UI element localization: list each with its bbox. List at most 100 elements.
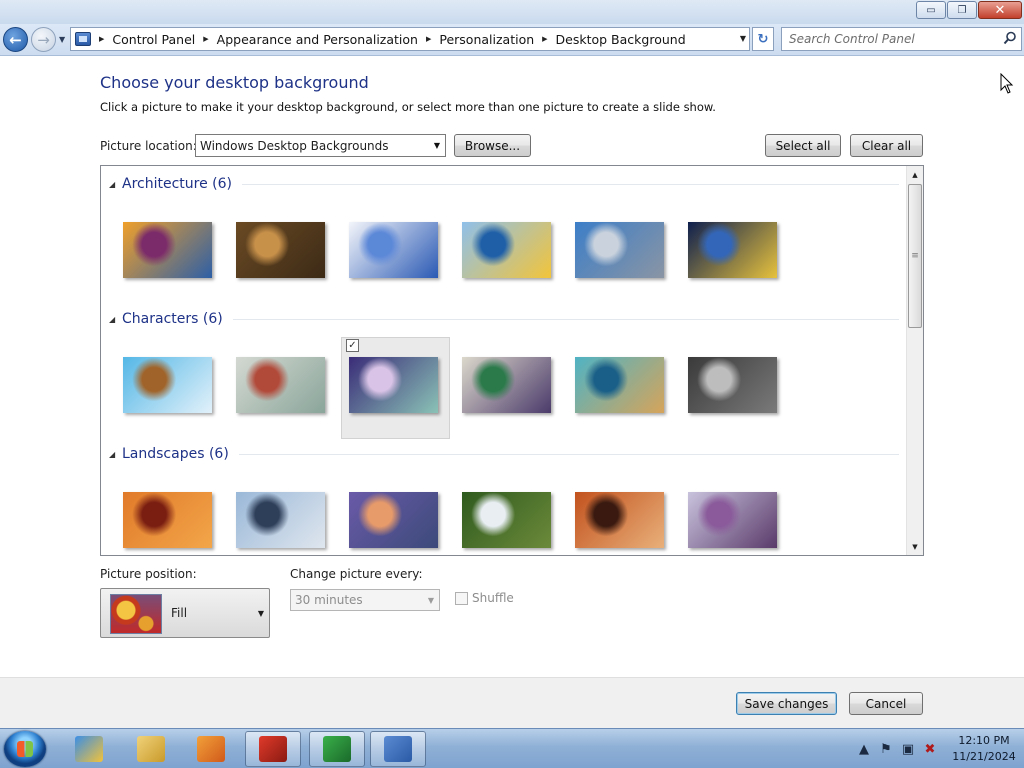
taskbar-media-player[interactable] <box>183 731 239 767</box>
thumbnail-characters-6[interactable] <box>688 357 777 413</box>
browse-button[interactable]: Browse... <box>454 134 531 157</box>
breadcrumb-desktop-background[interactable]: Desktop Background <box>556 32 686 47</box>
chevron-down-icon: ▼ <box>257 609 264 618</box>
thumbnail-landscapes-1[interactable] <box>123 492 212 548</box>
picture-position-dropdown[interactable]: Fill ▼ <box>100 588 270 638</box>
search-input[interactable] <box>782 28 992 50</box>
thumbnail-architecture-1[interactable] <box>123 222 212 278</box>
refresh-button[interactable]: ↻ <box>752 27 774 51</box>
thumbnail-landscapes-2[interactable] <box>236 492 325 548</box>
window-controls: ▭ ❐ ✕ <box>916 1 1022 19</box>
picture-location-dropdown[interactable]: Windows Desktop Backgrounds ▼ <box>195 134 446 157</box>
navigation-bar: ← → ▼ ▶ Control Panel ▶ Appearance and P… <box>0 24 1024 56</box>
group-divider <box>232 318 899 320</box>
taskbar: ▲ ⚑ ▣ ✖ 12:10 PM 11/21/2024 <box>0 728 1024 768</box>
thumbnail-architecture-5[interactable] <box>575 222 664 278</box>
collapse-triangle-icon[interactable]: ◢ <box>109 180 122 189</box>
collapse-triangle-icon[interactable]: ◢ <box>109 450 122 459</box>
group-title[interactable]: Characters (6) <box>122 311 223 327</box>
taskbar-app-red[interactable] <box>245 731 301 767</box>
thumbnail-landscapes-4[interactable] <box>462 492 551 548</box>
shuffle-label: Shuffle <box>472 591 514 605</box>
system-tray: ▲ ⚑ ▣ ✖ 12:10 PM 11/21/2024 <box>856 729 1024 768</box>
refresh-icon: ↻ <box>757 31 769 47</box>
thumbnail-architecture-6[interactable] <box>688 222 777 278</box>
thumbnail-architecture-2[interactable] <box>236 222 325 278</box>
volume-muted-icon[interactable]: ✖ <box>922 741 938 757</box>
thumbnail-characters-2[interactable] <box>236 357 325 413</box>
thumbnail-characters-3[interactable] <box>349 357 438 413</box>
collapse-triangle-icon[interactable]: ◢ <box>109 315 122 324</box>
picture-position-label: Picture position: <box>100 567 197 581</box>
address-bar[interactable]: ▶ Control Panel ▶ Appearance and Persona… <box>70 27 750 51</box>
control-panel-icon <box>384 736 412 762</box>
clock[interactable]: 12:10 PM 11/21/2024 <box>944 733 1024 765</box>
thumbnail-characters-1[interactable] <box>123 357 212 413</box>
breadcrumb-personalization[interactable]: Personalization <box>439 32 534 47</box>
restore-button[interactable]: ❐ <box>947 1 977 19</box>
clear-all-button[interactable]: Clear all <box>850 134 923 157</box>
taskbar-windows-explorer[interactable] <box>123 731 179 767</box>
taskbar-app-green[interactable] <box>309 731 365 767</box>
breadcrumb-control-panel[interactable]: Control Panel <box>112 32 195 47</box>
thumbnail-landscapes-6[interactable] <box>688 492 777 548</box>
vertical-scrollbar[interactable]: ▲ ≡ ▼ <box>906 166 923 555</box>
recent-pages-dropdown[interactable]: ▼ <box>59 35 65 44</box>
group-title[interactable]: Landscapes (6) <box>122 446 229 462</box>
shuffle-checkbox[interactable]: Shuffle <box>455 591 514 605</box>
chevron-right-icon[interactable]: ▶ <box>426 35 431 43</box>
thumbnail-landscapes-3[interactable] <box>349 492 438 548</box>
search-icon[interactable] <box>1003 31 1017 45</box>
cancel-button[interactable]: Cancel <box>849 692 923 715</box>
change-interval-label: Change picture every: <box>290 567 423 581</box>
thumbnail-landscapes-5[interactable] <box>575 492 664 548</box>
scroll-down-arrow-icon[interactable]: ▼ <box>907 538 923 555</box>
network-icon[interactable]: ▣ <box>900 741 916 757</box>
chevron-right-icon[interactable]: ▶ <box>203 35 208 43</box>
taskbar-internet-explorer[interactable] <box>61 731 117 767</box>
app-red-icon <box>259 736 287 762</box>
clock-date: 11/21/2024 <box>952 750 1016 763</box>
picture-location-label: Picture location: <box>100 139 197 153</box>
control-panel-icon <box>75 32 91 46</box>
action-center-flag-icon[interactable]: ⚑ <box>878 741 894 757</box>
change-interval-dropdown[interactable]: 30 minutes ▼ <box>290 589 440 611</box>
address-dropdown-icon[interactable]: ▼ <box>740 34 746 43</box>
chevron-right-icon[interactable]: ▶ <box>99 35 104 43</box>
picture-gallery[interactable]: ▲ ≡ ▼ ◢ Architecture (6) ◢ Characters (6) ✓ ◢… <box>100 165 924 556</box>
title-bar: ▭ ❐ ✕ <box>0 0 1024 24</box>
breadcrumb-appearance[interactable]: Appearance and Personalization <box>217 32 418 47</box>
mouse-cursor-icon <box>1000 73 1014 94</box>
group-title[interactable]: Architecture (6) <box>122 176 232 192</box>
page-title: Choose your desktop background <box>100 73 369 92</box>
scroll-up-arrow-icon[interactable]: ▲ <box>907 166 923 183</box>
search-box[interactable] <box>781 27 1022 51</box>
thumbnail-characters-4[interactable] <box>462 357 551 413</box>
thumbnail-characters-5[interactable] <box>575 357 664 413</box>
back-button[interactable]: ← <box>3 27 28 52</box>
clock-time: 12:10 PM <box>958 734 1010 747</box>
scrollbar-thumb[interactable]: ≡ <box>908 184 922 328</box>
checkbox-icon[interactable] <box>455 591 468 605</box>
change-interval-value: 30 minutes <box>295 593 363 607</box>
chevron-down-icon: ▼ <box>427 596 434 605</box>
thumbnail-architecture-4[interactable] <box>462 222 551 278</box>
save-changes-button[interactable]: Save changes <box>736 692 837 715</box>
forward-button[interactable]: → <box>31 27 56 52</box>
checkbox-checked-icon[interactable]: ✓ <box>346 339 359 352</box>
forward-arrow-icon: → <box>37 30 50 49</box>
show-hidden-icons-icon[interactable]: ▲ <box>856 741 872 757</box>
thumbnail-architecture-3[interactable] <box>349 222 438 278</box>
chevron-right-icon[interactable]: ▶ <box>542 35 547 43</box>
group-header[interactable]: ◢ Landscapes (6) <box>109 444 899 464</box>
picture-location-value: Windows Desktop Backgrounds <box>200 138 389 153</box>
taskbar-control-panel[interactable] <box>370 731 426 767</box>
select-all-button[interactable]: Select all <box>765 134 841 157</box>
back-arrow-icon: ← <box>9 30 22 49</box>
group-header[interactable]: ◢ Characters (6) <box>109 309 899 329</box>
start-button[interactable] <box>4 731 46 767</box>
picture-position-value: Fill <box>171 606 188 620</box>
group-header[interactable]: ◢ Architecture (6) <box>109 174 899 194</box>
close-button[interactable]: ✕ <box>978 1 1022 19</box>
minimize-button[interactable]: ▭ <box>916 1 946 19</box>
